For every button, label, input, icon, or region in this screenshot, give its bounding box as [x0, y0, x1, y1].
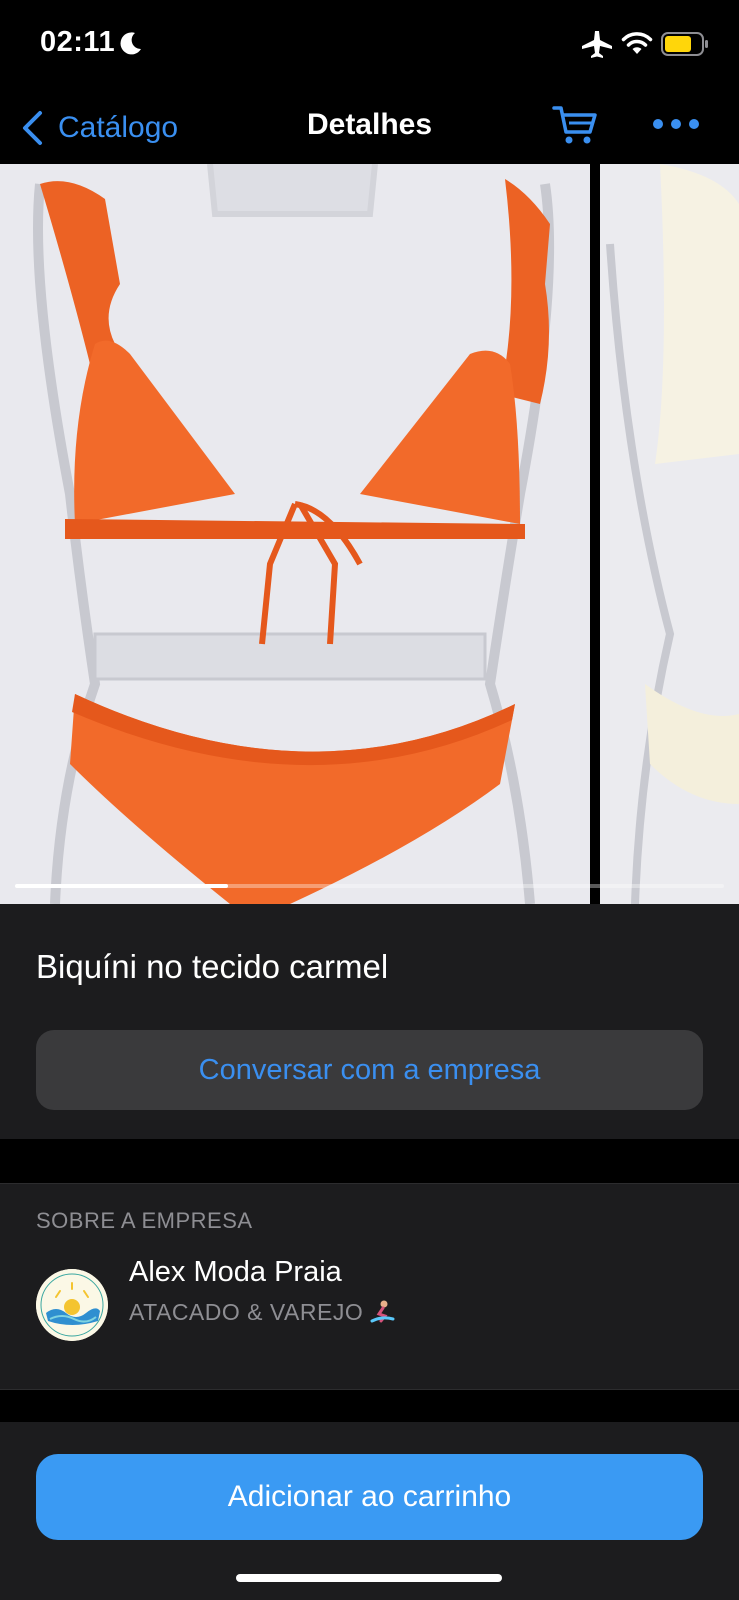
product-info: Biquíni no tecido carmel Conversar com a…: [0, 904, 739, 1139]
page-title: Detalhes: [306, 108, 433, 141]
navigation-bar: Catálogo Detalhes: [0, 90, 739, 164]
company-name: Alex Moda Praia: [129, 1256, 342, 1288]
company-section[interactable]: SOBRE A EMPRESA Alex Moda Praia ATACADO …: [0, 1183, 739, 1390]
status-bar: 02:11: [0, 0, 739, 90]
gallery-progress-fill: [15, 884, 228, 888]
surfer-icon: [370, 1300, 395, 1323]
home-indicator[interactable]: [236, 1574, 502, 1582]
product-gallery[interactable]: [0, 164, 739, 904]
product-photo[interactable]: [0, 164, 590, 904]
airplane-icon: [582, 31, 612, 58]
battery-icon: [661, 32, 708, 56]
gallery-progress: [15, 884, 724, 888]
company-logo[interactable]: [36, 1269, 108, 1341]
section-label: SOBRE A EMPRESA: [36, 1208, 253, 1233]
company-subtitle-text: ATACADO & VAREJO: [129, 1299, 364, 1325]
ellipsis-icon[interactable]: [650, 110, 702, 138]
status-time: 02:11: [40, 26, 116, 58]
chat-with-business-button[interactable]: Conversar com a empresa: [36, 1030, 703, 1110]
bottom-bar: Adicionar ao carrinho: [0, 1422, 739, 1600]
next-product-photo[interactable]: [600, 164, 739, 904]
product-title: Biquíni no tecido carmel: [36, 948, 389, 985]
wifi-icon: [621, 32, 653, 54]
moon-icon: [120, 32, 141, 55]
company-subtitle: ATACADO & VAREJO: [129, 1299, 395, 1326]
cart-icon[interactable]: [552, 102, 598, 148]
add-to-cart-button[interactable]: Adicionar ao carrinho: [36, 1454, 703, 1540]
